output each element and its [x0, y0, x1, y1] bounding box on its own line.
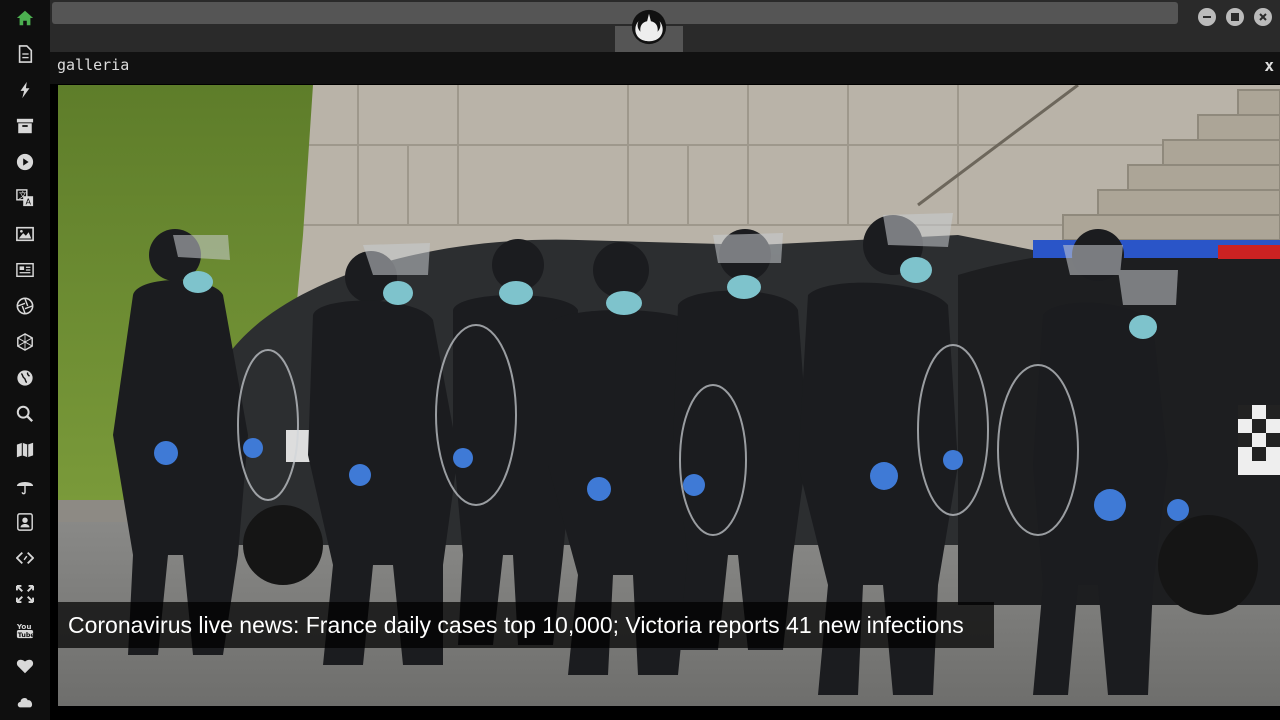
- svg-text:Tube: Tube: [18, 632, 34, 639]
- cloud-icon[interactable]: [15, 692, 35, 712]
- expand-icon[interactable]: [15, 584, 35, 604]
- search-icon[interactable]: [15, 404, 35, 424]
- contact-icon[interactable]: [15, 512, 35, 532]
- globe-icon[interactable]: [15, 368, 35, 388]
- sidebar: 文A You Tube: [0, 0, 50, 720]
- maximize-icon[interactable]: [1226, 8, 1244, 26]
- heart-icon[interactable]: [15, 656, 35, 676]
- gallery-caption: Coronavirus live news: France daily case…: [58, 602, 994, 648]
- panel-close-button[interactable]: x: [1264, 56, 1274, 75]
- lightning-icon[interactable]: [15, 80, 35, 100]
- aperture-icon[interactable]: [15, 296, 35, 316]
- umbrella-icon[interactable]: [15, 476, 35, 496]
- play-icon[interactable]: [15, 152, 35, 172]
- code-icon[interactable]: [15, 548, 35, 568]
- translate-icon[interactable]: 文A: [15, 188, 35, 208]
- rebel-alliance-logo: [631, 9, 667, 45]
- hexagon-icon[interactable]: [15, 332, 35, 352]
- youtube-icon[interactable]: You Tube: [15, 620, 35, 640]
- bottom-border: [50, 706, 1280, 720]
- title-bar: [50, 0, 1280, 52]
- svg-text:You: You: [16, 622, 32, 631]
- minimize-icon[interactable]: [1198, 8, 1216, 26]
- newspaper-icon[interactable]: [15, 260, 35, 280]
- map-icon[interactable]: [15, 440, 35, 460]
- gallery-image[interactable]: Coronavirus live news: France daily case…: [58, 85, 1280, 706]
- document-icon[interactable]: [15, 44, 35, 64]
- close-icon[interactable]: [1254, 8, 1272, 26]
- address-bar[interactable]: [52, 2, 1178, 24]
- panel-title: galleria: [57, 56, 130, 74]
- archive-icon[interactable]: [15, 116, 35, 136]
- svg-text:A: A: [25, 196, 31, 206]
- image-icon[interactable]: [15, 224, 35, 244]
- home-icon[interactable]: [15, 8, 35, 28]
- panel-header: galleria x: [50, 52, 1280, 84]
